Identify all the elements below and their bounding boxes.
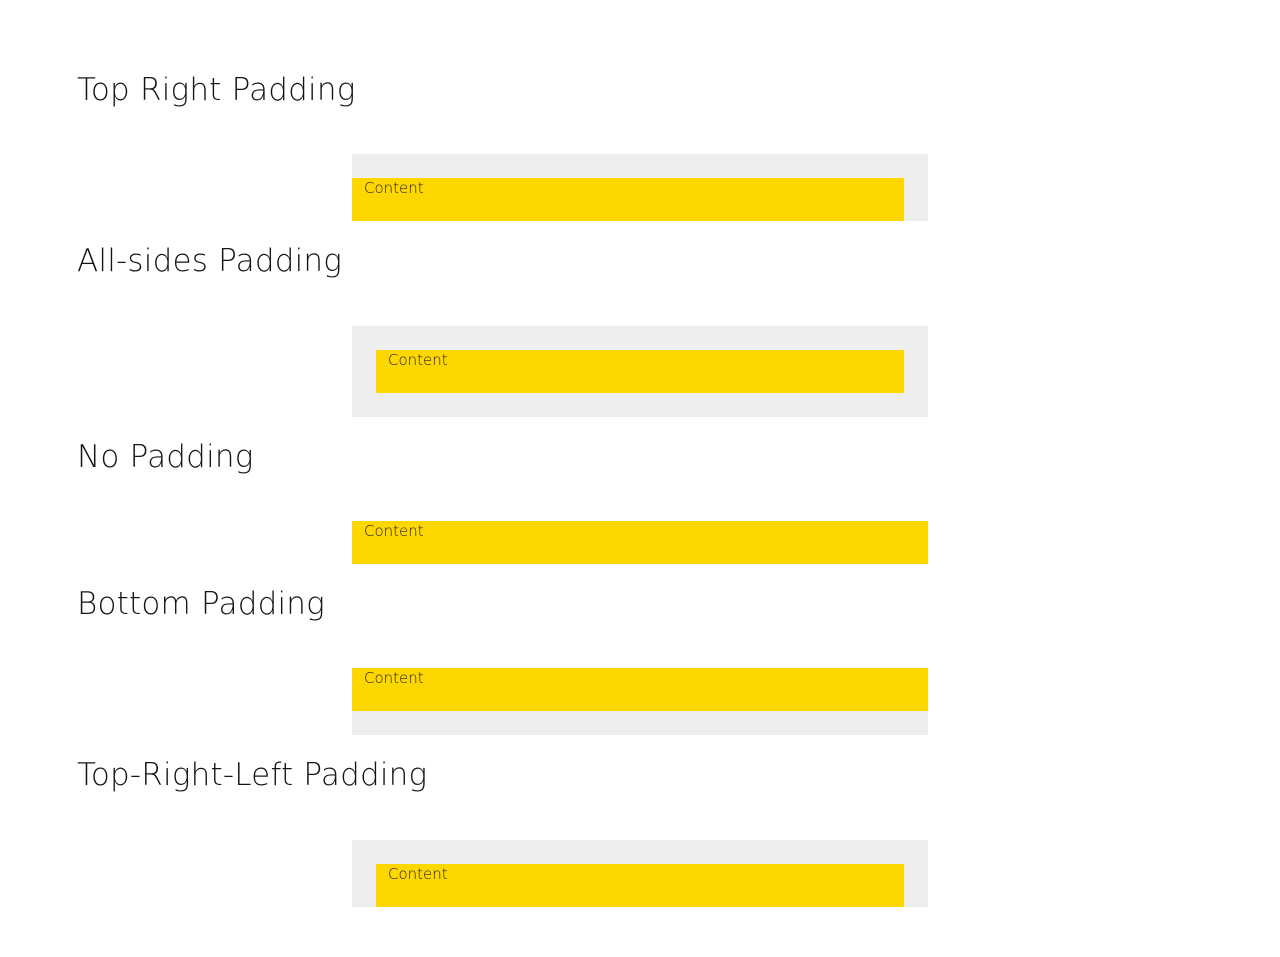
section-title-no-padding: No Padding [77, 439, 254, 475]
page: Top Right Padding Content All-sides Padd… [0, 0, 1280, 957]
padding-box-top-right-left: Content [352, 840, 928, 907]
content-block: Content [352, 668, 928, 711]
section-title-bottom-padding: Bottom Padding [77, 586, 325, 622]
content-block: Content [352, 178, 904, 221]
content-block: Content [352, 521, 928, 564]
section-title-top-right-padding: Top Right Padding [77, 72, 356, 108]
padding-box-none: Content [352, 521, 928, 564]
padding-box-all-sides: Content [352, 326, 928, 417]
section-title-top-right-left-padding: Top-Right-Left Padding [77, 757, 428, 793]
content-block: Content [376, 350, 904, 393]
padding-box-bottom: Content [352, 668, 928, 735]
content-block: Content [376, 864, 904, 907]
section-title-all-sides-padding: All-sides Padding [77, 243, 343, 279]
padding-box-top-right: Content [352, 154, 928, 221]
